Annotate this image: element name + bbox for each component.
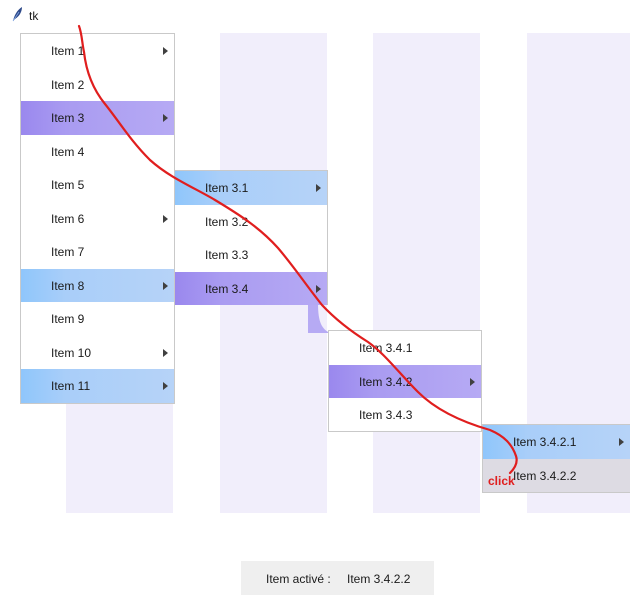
menu-item-3-1[interactable]: Item 3.1 xyxy=(175,171,327,205)
menu-item-label: Item 7 xyxy=(51,245,85,259)
menu-item-9[interactable]: Item 9 xyxy=(21,302,174,336)
menu-item-8[interactable]: Item 8 xyxy=(21,268,174,302)
menu-item-5[interactable]: Item 5 xyxy=(21,168,174,202)
menu-item-label: Item 6 xyxy=(51,211,85,226)
menu-item-label: Item 11 xyxy=(51,379,91,393)
menu-main: Item 1 Item 2 Item 3 Item 4 Item 5 Item 6 Item… xyxy=(20,33,175,404)
menu-item-label: Item 3.3 xyxy=(205,248,249,262)
menu-item-label: Item 10 xyxy=(51,345,92,360)
title-bar: tk xyxy=(0,0,630,28)
menu-item-label: Item 3 xyxy=(51,111,85,125)
menu-item-label: Item 5 xyxy=(51,178,85,192)
menu-item-3-4-2[interactable]: Item 3.4.2 xyxy=(329,364,481,398)
status-label: Item activé : xyxy=(266,572,331,586)
menu-item-label: Item 2 xyxy=(51,77,85,92)
submenu-item-3: Item 3.1 Item 3.2 Item 3.3 Item 3.4 xyxy=(174,170,328,305)
menu-item-3[interactable]: Item 3 xyxy=(21,101,174,135)
menu-item-3-2[interactable]: Item 3.2 xyxy=(175,205,327,239)
menu-item-3-4-3[interactable]: Item 3.4.3 xyxy=(329,398,481,432)
menu-item-3-4-1[interactable]: Item 3.4.1 xyxy=(329,331,481,365)
status-bar: Item activé : Item 3.4.2.2 xyxy=(241,561,434,595)
menu-item-3-3[interactable]: Item 3.3 xyxy=(175,238,327,272)
column-background xyxy=(373,33,480,513)
menu-item-label: Item 3.4.2 xyxy=(359,374,413,389)
feather-icon xyxy=(12,7,22,22)
submenu-arrow-icon xyxy=(163,114,168,122)
menu-item-3-4-2-1[interactable]: Item 3.4.2.1 xyxy=(483,425,630,459)
menu-item-label: Item 9 xyxy=(51,312,85,326)
menu-item-label: Item 3.4.3 xyxy=(359,408,413,422)
submenu-arrow-icon xyxy=(163,47,168,55)
submenu-arrow-icon xyxy=(163,281,168,290)
submenu-arrow-icon xyxy=(619,438,624,446)
submenu-arrow-icon xyxy=(470,377,475,386)
submenu-arrow-icon xyxy=(316,184,321,192)
menu-item-11[interactable]: Item 11 xyxy=(21,369,174,403)
menu-item-label: Item 3.4 xyxy=(205,281,249,296)
submenu-item-3-4: Item 3.4.1 Item 3.4.2 Item 3.4.3 xyxy=(328,330,482,432)
menu-item-10[interactable]: Item 10 xyxy=(21,336,174,370)
submenu-arrow-icon xyxy=(163,348,168,357)
submenu-connector xyxy=(308,303,330,333)
menu-item-2[interactable]: Item 2 xyxy=(21,68,174,102)
menu-item-3-4[interactable]: Item 3.4 xyxy=(175,271,327,305)
menu-item-label: Item 3.4.2.1 xyxy=(513,435,577,449)
menu-item-label: Item 3.4.2.2 xyxy=(513,468,577,483)
menu-item-label: Item 4 xyxy=(51,144,85,159)
menu-item-6[interactable]: Item 6 xyxy=(21,202,174,236)
menu-item-label: Item 3.4.1 xyxy=(359,341,413,355)
menu-item-4[interactable]: Item 4 xyxy=(21,135,174,169)
menu-item-label: Item 8 xyxy=(51,278,85,293)
submenu-arrow-icon xyxy=(316,284,321,293)
menu-item-label: Item 3.2 xyxy=(205,214,249,229)
submenu-arrow-icon xyxy=(163,382,168,390)
menu-item-label: Item 1 xyxy=(51,44,85,58)
menu-item-label: Item 3.1 xyxy=(205,181,249,195)
submenu-arrow-icon xyxy=(163,214,168,223)
click-annotation: click xyxy=(488,474,515,488)
menu-item-7[interactable]: Item 7 xyxy=(21,235,174,269)
window-title: tk xyxy=(29,9,39,23)
menu-item-1[interactable]: Item 1 xyxy=(21,34,174,68)
status-value: Item 3.4.2.2 xyxy=(347,572,411,586)
